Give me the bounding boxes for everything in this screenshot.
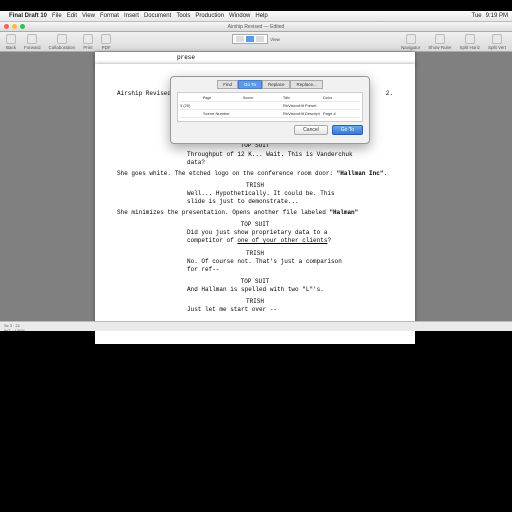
macos-menubar: Final Draft 10 File Edit View Format Ins… (0, 11, 512, 22)
pdf-button[interactable]: PDF (101, 34, 111, 50)
list-row[interactable]: 3 (25) ReVisionHit Preset (180, 102, 360, 110)
app-window: Airship Revised — Edited Back Forward Co… (0, 22, 512, 331)
menu-view[interactable]: View (82, 13, 95, 19)
menubar-day: Tue (472, 13, 482, 19)
page-number: 2. (386, 90, 393, 98)
toolbar: Back Forward Collaboration Print PDF Vie… (0, 32, 512, 52)
status-bar: Sc 3 · 21 INT. · 100% Title: None · Scen… (0, 321, 512, 331)
navigator-button[interactable]: Navigator (401, 34, 420, 50)
menu-window[interactable]: Window (229, 13, 250, 19)
window-title: Airship Revised — Edited (228, 24, 285, 30)
split-h-button[interactable]: Split Horiz (459, 34, 480, 50)
menu-production[interactable]: Production (195, 13, 224, 19)
menu-file[interactable]: File (52, 13, 62, 19)
window-titlebar: Airship Revised — Edited (0, 22, 512, 32)
menu-help[interactable]: Help (255, 13, 267, 19)
tab-goto[interactable]: Go To (238, 80, 262, 89)
zoom-icon[interactable] (20, 24, 25, 29)
print-button[interactable]: Print (83, 34, 93, 50)
close-icon[interactable] (4, 24, 9, 29)
dialog-tabs: Find Go To Replace Replace... (171, 80, 369, 89)
forward-button[interactable]: Forward (24, 34, 41, 50)
menu-format[interactable]: Format (100, 13, 119, 19)
menu-insert[interactable]: Insert (124, 13, 139, 19)
tab-replace[interactable]: Replace (262, 80, 291, 89)
ruler-button[interactable]: Show Ruler (428, 34, 451, 50)
split-v-button[interactable]: Split Vert (488, 34, 506, 50)
back-button[interactable]: Back (6, 34, 16, 50)
goto-dialog: Find Go To Replace Replace... Page Scene… (170, 76, 370, 144)
cancel-button[interactable]: Cancel (294, 125, 328, 135)
goto-button[interactable]: Go To (332, 125, 363, 135)
view-segmented[interactable]: View (232, 34, 280, 44)
list-row[interactable]: Scene Number ReVisionHit Description Pag… (180, 110, 360, 118)
menu-document[interactable]: Document (144, 13, 171, 19)
menubar-time: 9:19 PM (486, 13, 508, 19)
menu-edit[interactable]: Edit (67, 13, 77, 19)
collaboration-button[interactable]: Collaboration (49, 34, 76, 50)
minimize-icon[interactable] (12, 24, 17, 29)
dialog-list[interactable]: Page Scene Title Color 3 (25) ReVisionHi… (177, 92, 363, 122)
tab-replace-ext[interactable]: Replace... (290, 80, 322, 89)
app-name[interactable]: Final Draft 10 (9, 13, 47, 19)
menu-tools[interactable]: Tools (176, 13, 190, 19)
tab-find[interactable]: Find (217, 80, 238, 89)
